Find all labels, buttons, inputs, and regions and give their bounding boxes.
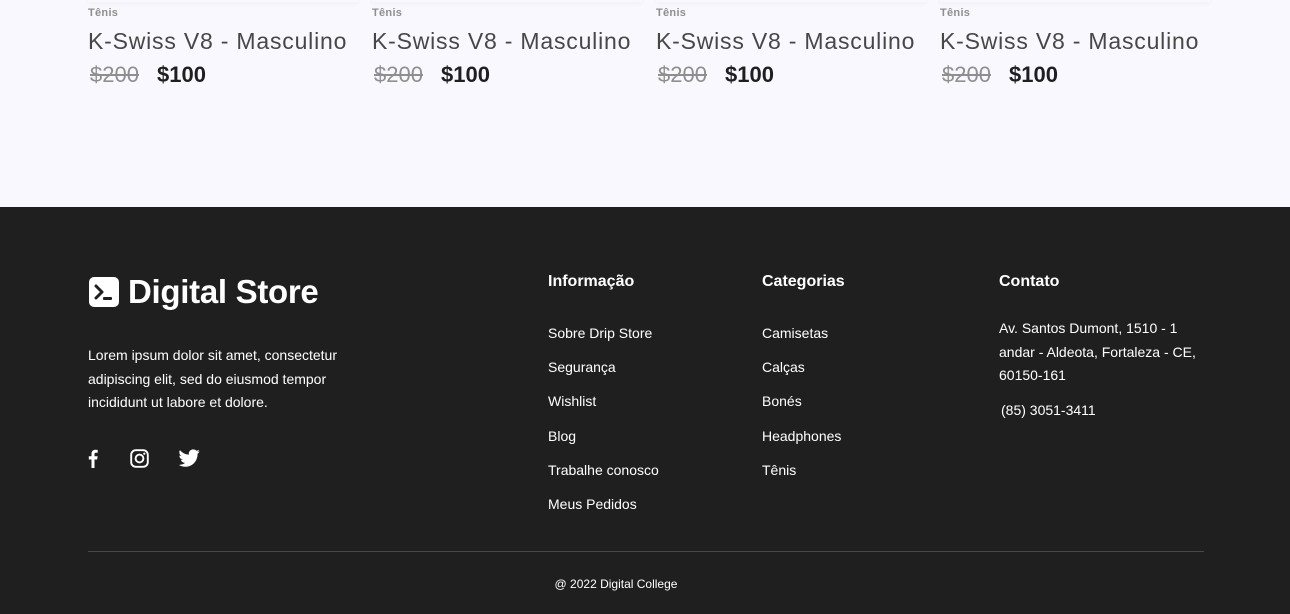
product-list: Tênis K-Swiss V8 - Masculino $200 $100 T… <box>0 0 1290 207</box>
product-new-price: $100 <box>157 62 206 87</box>
category-link-caps[interactable]: Bonés <box>762 391 845 425</box>
category-link-headphones[interactable]: Headphones <box>762 426 845 460</box>
info-links: Sobre Drip Store Segurança Wishlist Blog… <box>548 323 659 528</box>
twitter-link[interactable] <box>178 447 200 469</box>
facebook-icon <box>88 449 98 468</box>
instagram-icon <box>129 448 149 468</box>
product-old-price: $200 <box>90 62 139 87</box>
product-old-price: $200 <box>374 62 423 87</box>
facebook-link[interactable] <box>88 447 98 469</box>
product-card[interactable]: Tênis K-Swiss V8 - Masculino $200 $100 <box>940 0 1210 100</box>
footer-categories-column: Categorias Camisetas Calças Bonés Headph… <box>762 271 845 494</box>
product-name[interactable]: K-Swiss V8 - Masculino <box>940 28 1199 55</box>
product-old-price: $200 <box>942 62 991 87</box>
info-link-orders[interactable]: Meus Pedidos <box>548 494 659 528</box>
info-link-careers[interactable]: Trabalhe conosco <box>548 460 659 494</box>
footer-description: Lorem ipsum dolor sit amet, consectetur … <box>88 347 337 410</box>
product-name[interactable]: K-Swiss V8 - Masculino <box>372 28 631 55</box>
brand-name: Digital Store <box>128 273 319 310</box>
footer-info-column: Informação Sobre Drip Store Segurança Wi… <box>548 271 659 528</box>
product-card[interactable]: Tênis K-Swiss V8 - Masculino $200 $100 <box>656 0 926 100</box>
footer-contact-column: Contato Av. Santos Dumont, 1510 - 1 anda… <box>999 271 1199 420</box>
product-new-price: $100 <box>725 62 774 87</box>
product-new-price: $100 <box>441 62 490 87</box>
info-link-security[interactable]: Segurança <box>548 357 659 391</box>
footer-divider <box>88 551 1204 552</box>
info-title: Informação <box>548 273 635 290</box>
product-category: Tênis <box>88 7 119 19</box>
product-category: Tênis <box>372 7 403 19</box>
contact-address: Av. Santos Dumont, 1510 - 1 andar - Alde… <box>999 320 1196 383</box>
info-link-wishlist[interactable]: Wishlist <box>548 391 659 425</box>
brand-logo-link[interactable]: Digital Store <box>88 271 319 313</box>
contact-title: Contato <box>999 273 1060 290</box>
product-name[interactable]: K-Swiss V8 - Masculino <box>88 28 347 55</box>
product-name[interactable]: K-Swiss V8 - Masculino <box>656 28 915 55</box>
terminal-prompt-icon <box>89 277 119 307</box>
product-image-bottom-edge <box>88 0 358 2</box>
product-old-price: $200 <box>658 62 707 87</box>
categories-links: Camisetas Calças Bonés Headphones Tênis <box>762 323 845 494</box>
product-image-bottom-edge <box>656 0 926 2</box>
social-links <box>88 447 200 469</box>
category-link-sneakers[interactable]: Tênis <box>762 460 845 494</box>
instagram-link[interactable] <box>128 447 150 469</box>
copyright: @ 2022 Digital College <box>554 577 678 591</box>
product-card[interactable]: Tênis K-Swiss V8 - Masculino $200 $100 <box>88 0 358 100</box>
info-link-about[interactable]: Sobre Drip Store <box>548 323 659 357</box>
category-link-pants[interactable]: Calças <box>762 357 845 391</box>
product-new-price: $100 <box>1009 62 1058 87</box>
product-category: Tênis <box>656 7 687 19</box>
twitter-icon <box>178 449 200 467</box>
contact-phone[interactable]: (85) 3051-3411 <box>999 400 1199 420</box>
product-category: Tênis <box>940 7 971 19</box>
product-card[interactable]: Tênis K-Swiss V8 - Masculino $200 $100 <box>372 0 642 100</box>
categories-title: Categorias <box>762 273 845 290</box>
site-footer: Digital Store Lorem ipsum dolor sit amet… <box>0 207 1290 614</box>
product-image-bottom-edge <box>940 0 1210 2</box>
info-link-blog[interactable]: Blog <box>548 426 659 460</box>
category-link-shirts[interactable]: Camisetas <box>762 323 845 357</box>
product-image-bottom-edge <box>372 0 642 2</box>
